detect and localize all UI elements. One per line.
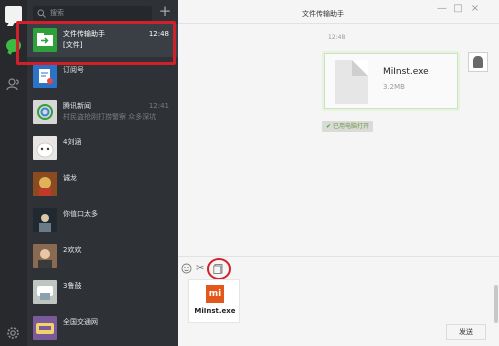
check-icon: ✔ [326, 123, 332, 130]
contact-avatar [33, 316, 57, 340]
settings-icon[interactable] [6, 326, 20, 340]
session-name: 订阅号 [63, 66, 84, 74]
document-icon [335, 60, 368, 104]
session-name: 你值口太多 [63, 210, 98, 218]
session-item[interactable]: 你值口太多 [27, 204, 178, 237]
message-time: 12:48 [328, 34, 346, 41]
contact-avatar [33, 244, 57, 268]
session-name: 诚龙 [63, 174, 77, 182]
attachment-name: MiInst.exe [194, 307, 236, 315]
self-avatar[interactable] [468, 52, 488, 72]
minimize-button[interactable]: — [436, 4, 448, 14]
chat-photo-icon [37, 286, 53, 300]
tencent-news-avatar [33, 100, 57, 124]
file-size: 3.2MB [383, 83, 405, 91]
traffic-logo-icon [36, 323, 54, 334]
session-item[interactable]: 腾讯新闻 村民盗抢刚打捞警察 众多深坑 12:41 [27, 96, 178, 129]
search-box[interactable]: 搜索 [33, 6, 152, 21]
opened-status-label: 已用电脑打开 [333, 123, 370, 130]
chat-pane: 文件传输助手 — □ × 12:48 MiInst.exe 3.2MB ✔ 已用电… [178, 0, 499, 346]
input-divider [178, 256, 499, 257]
session-item[interactable]: 全国交通网 [27, 312, 178, 345]
cat-photo-icon [36, 142, 54, 158]
news-logo-icon [37, 104, 53, 120]
add-button[interactable]: + [158, 4, 172, 19]
attachment-preview[interactable]: mi MiInst.exe [188, 279, 240, 323]
contacts-icon[interactable] [6, 77, 21, 92]
close-button[interactable]: × [469, 4, 481, 14]
send-button[interactable]: 发送 [446, 324, 486, 340]
file-message-card[interactable]: MiInst.exe 3.2MB [324, 53, 458, 109]
session-name: 2欢欢 [63, 246, 82, 254]
person-photo-icon [38, 249, 52, 268]
session-name: 全国交通网 [63, 318, 98, 326]
subscription-avatar [33, 64, 57, 88]
scrollbar[interactable] [494, 285, 498, 323]
session-item[interactable]: 4刘涵 [27, 132, 178, 165]
dark-photo-icon [39, 214, 51, 232]
session-item[interactable]: 3鲁鼓 [27, 276, 178, 309]
title-divider [178, 23, 499, 24]
session-name: 腾讯新闻 [63, 102, 91, 110]
search-icon [37, 9, 46, 18]
contact-avatar [33, 136, 57, 160]
chat-title: 文件传输助手 [302, 10, 344, 18]
opened-status-tag: ✔ 已用电脑打开 [322, 121, 374, 132]
highlight-box [16, 21, 176, 65]
contact-avatar [33, 280, 57, 304]
scissors-icon[interactable]: ✂ [196, 263, 207, 274]
highlight-circle [207, 258, 231, 280]
mi-logo-icon: mi [206, 285, 224, 303]
session-item[interactable]: 2欢欢 [27, 240, 178, 273]
contact-avatar [33, 172, 57, 196]
session-name: 3鲁鼓 [63, 282, 82, 290]
session-time: 12:41 [148, 102, 169, 110]
character-photo-icon [33, 172, 57, 196]
session-name: 4刘涵 [63, 138, 82, 146]
emoji-icon[interactable] [181, 263, 192, 274]
maximize-button[interactable]: □ [452, 4, 464, 14]
session-item[interactable]: 诚龙 [27, 168, 178, 201]
subscription-icon [39, 69, 53, 84]
search-placeholder[interactable]: 搜索 [50, 9, 64, 18]
contact-avatar [33, 208, 57, 232]
session-preview: 村民盗抢刚打捞警察 众多深坑 [63, 113, 157, 121]
file-name: MiInst.exe [383, 67, 429, 77]
